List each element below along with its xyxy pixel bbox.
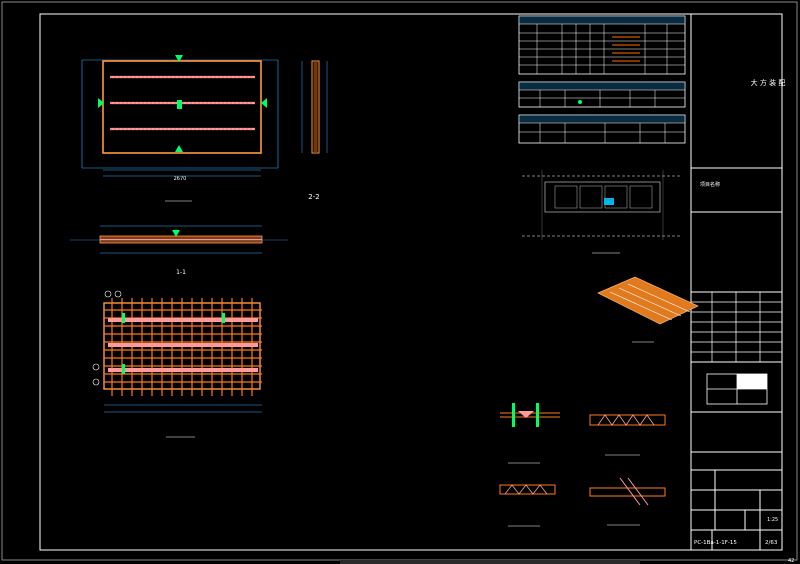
title-block: 大 方 装 配 项目名称 PC-1Ba-1-1F-15 2/63 1:25: [690, 14, 786, 550]
detail-2: [589, 414, 666, 456]
approval-grid: [691, 292, 782, 362]
detail-4: [589, 477, 666, 526]
location-plan: [522, 170, 680, 254]
company-name: 大 方 装 配: [751, 78, 786, 87]
dim-total-label: 2670: [174, 176, 187, 182]
reinforcement-plan: [92, 290, 262, 438]
sheet-code: PC-1Ba-1-1F-15: [694, 540, 737, 546]
drawing-frame: [39, 13, 783, 551]
section-2-2: 2-2: [301, 60, 328, 201]
sheet-number: 42: [788, 558, 794, 564]
embedded-parts-table: [518, 81, 686, 108]
component-info-table: [518, 114, 686, 144]
detail-1: [500, 403, 560, 464]
rebar-schedule-table: [518, 15, 686, 75]
key-plan: [706, 373, 768, 405]
panel-plan-view: 2670: [81, 55, 279, 202]
project-name-label: 项目名称: [700, 181, 720, 188]
section-1-1: 1-1: [70, 225, 288, 276]
page-number: 2/63: [765, 540, 778, 546]
isometric-view: [597, 276, 699, 343]
detail-3: [499, 484, 556, 527]
drawing-canvas: 大 方 装 配 项目名称 PC-1Ba-1-1F-15 2/63 1:25 42: [1, 1, 798, 564]
section-2-2-label: 2-2: [308, 193, 319, 201]
scale-value: 1:25: [767, 517, 778, 523]
horizontal-scrollbar[interactable]: [340, 560, 640, 564]
section-1-1-label: 1-1: [176, 269, 186, 276]
